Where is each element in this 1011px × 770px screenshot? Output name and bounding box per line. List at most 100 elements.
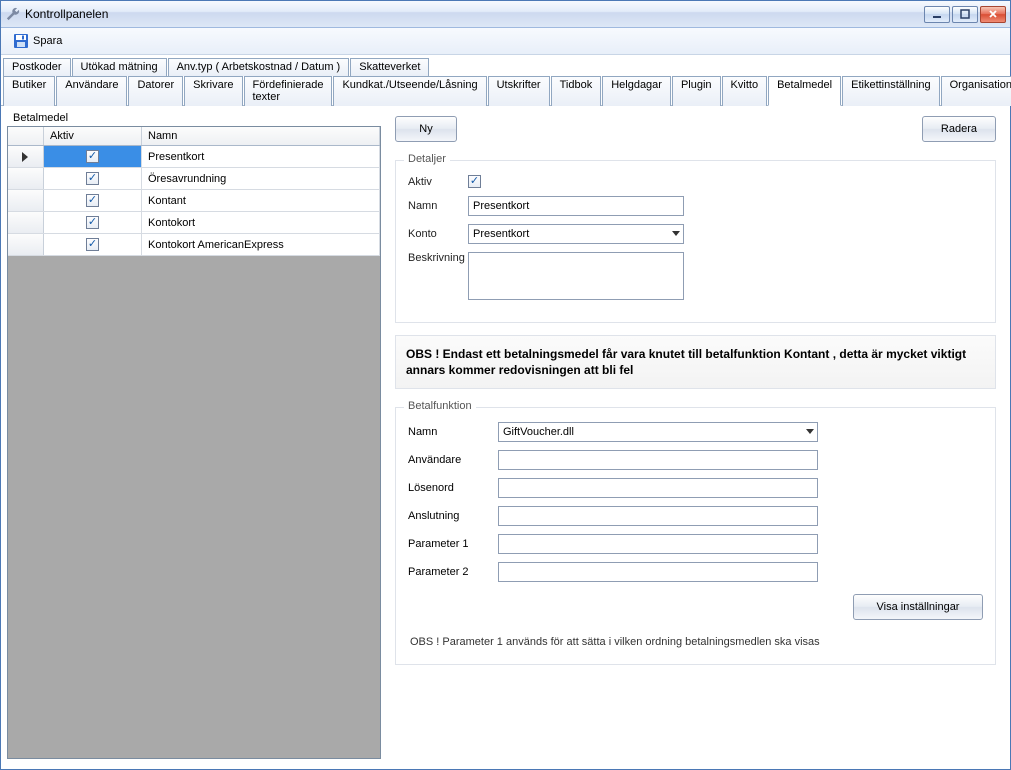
row-bf-anvandare: Användare bbox=[408, 450, 983, 470]
row-header[interactable] bbox=[8, 146, 44, 167]
row-aktiv: Aktiv bbox=[408, 175, 983, 188]
table-row[interactable]: Öresavrundning bbox=[8, 168, 380, 190]
row-header[interactable] bbox=[8, 190, 44, 211]
grid-header-aktiv[interactable]: Aktiv bbox=[44, 127, 142, 145]
content-area: Betalmedel Aktiv Namn PresentkortÖresavr… bbox=[1, 106, 1010, 769]
label-namn: Namn bbox=[408, 200, 468, 212]
row-header[interactable] bbox=[8, 168, 44, 189]
tab-anv-ndare[interactable]: Användare bbox=[56, 76, 127, 106]
input-bf-anslutning[interactable] bbox=[498, 506, 818, 526]
select-konto[interactable] bbox=[468, 224, 684, 244]
cell-namn[interactable]: Öresavrundning bbox=[142, 168, 380, 189]
checkbox-icon[interactable] bbox=[86, 150, 99, 163]
checkbox-icon[interactable] bbox=[86, 216, 99, 229]
save-button[interactable]: Spara bbox=[7, 31, 68, 51]
label-bf-param1: Parameter 1 bbox=[408, 538, 498, 550]
tab-etikettinst-llning[interactable]: Etikettinställning bbox=[842, 76, 940, 106]
table-row[interactable]: Presentkort bbox=[8, 146, 380, 168]
row-header[interactable] bbox=[8, 234, 44, 255]
tab-row-1: PostkoderUtökad mätningAnv.typ ( Arbetsk… bbox=[3, 57, 1008, 75]
tab-organisationsuppgifter[interactable]: Organisationsuppgifter bbox=[941, 76, 1011, 106]
checkbox-aktiv[interactable] bbox=[468, 175, 481, 188]
label-bf-anvandare: Användare bbox=[408, 454, 498, 466]
titlebar[interactable]: Kontrollpanelen bbox=[1, 1, 1010, 28]
select-konto-wrap[interactable] bbox=[468, 224, 684, 244]
tab-utskrifter[interactable]: Utskrifter bbox=[488, 76, 550, 106]
table-row[interactable]: Kontant bbox=[8, 190, 380, 212]
cell-namn[interactable]: Kontokort bbox=[142, 212, 380, 233]
input-bf-anvandare[interactable] bbox=[498, 450, 818, 470]
checkbox-icon[interactable] bbox=[86, 172, 99, 185]
cell-aktiv[interactable] bbox=[44, 212, 142, 233]
wrench-icon bbox=[5, 6, 21, 22]
tab-plugin[interactable]: Plugin bbox=[672, 76, 721, 106]
label-bf-namn: Namn bbox=[408, 426, 498, 438]
tab-butiker[interactable]: Butiker bbox=[3, 76, 55, 106]
tab-anv-typ-arbetskostnad-datum-[interactable]: Anv.typ ( Arbetskostnad / Datum ) bbox=[168, 58, 350, 76]
checkbox-icon[interactable] bbox=[86, 194, 99, 207]
checkbox-icon[interactable] bbox=[86, 238, 99, 251]
window-root: Kontrollpanelen Spara PostkoderUtökad mä… bbox=[0, 0, 1011, 770]
tabstrip: PostkoderUtökad mätningAnv.typ ( Arbetsk… bbox=[1, 55, 1010, 106]
tab-tidbok[interactable]: Tidbok bbox=[551, 76, 602, 106]
tab-row-2: ButikerAnvändareDatorerSkrivareFördefini… bbox=[3, 75, 1008, 105]
label-bf-param2: Parameter 2 bbox=[408, 566, 498, 578]
details-legend: Detaljer bbox=[404, 153, 450, 165]
save-label: Spara bbox=[33, 35, 62, 47]
table-row[interactable]: Kontokort bbox=[8, 212, 380, 234]
bf-note: OBS ! Parameter 1 används för att sätta … bbox=[408, 630, 983, 650]
row-bf-losenord: Lösenord bbox=[408, 478, 983, 498]
maximize-button[interactable] bbox=[952, 6, 978, 23]
grid-header: Aktiv Namn bbox=[8, 127, 380, 146]
cell-namn[interactable]: Kontant bbox=[142, 190, 380, 211]
tab-kundkat-utseende-l-sning[interactable]: Kundkat./Utseende/Låsning bbox=[333, 76, 486, 106]
tab-f-rdefinierade-texter[interactable]: Fördefinierade texter bbox=[244, 76, 333, 106]
row-beskrivning: Beskrivning bbox=[408, 252, 983, 300]
label-beskrivning: Beskrivning bbox=[408, 252, 468, 264]
new-button[interactable]: Ny bbox=[395, 116, 457, 142]
right-column: Ny Radera Detaljer Aktiv Namn Konto bbox=[381, 106, 1010, 761]
row-konto: Konto bbox=[408, 224, 983, 244]
grid-body: PresentkortÖresavrundningKontantKontokor… bbox=[8, 146, 380, 256]
tab-helgdagar[interactable]: Helgdagar bbox=[602, 76, 671, 106]
input-bf-param1[interactable] bbox=[498, 534, 818, 554]
row-namn: Namn bbox=[408, 196, 983, 216]
toolbar: Spara bbox=[1, 28, 1010, 55]
cell-aktiv[interactable] bbox=[44, 234, 142, 255]
tab-kvitto[interactable]: Kvitto bbox=[722, 76, 768, 106]
input-namn[interactable] bbox=[468, 196, 684, 216]
row-bf-param2: Parameter 2 bbox=[408, 562, 983, 582]
row-bf-namn: Namn bbox=[408, 422, 983, 442]
cell-aktiv[interactable] bbox=[44, 168, 142, 189]
input-bf-param2[interactable] bbox=[498, 562, 818, 582]
details-group: Detaljer Aktiv Namn Konto B bbox=[395, 160, 996, 323]
tab-datorer[interactable]: Datorer bbox=[128, 76, 183, 106]
tab-ut-kad-m-tning[interactable]: Utökad mätning bbox=[72, 58, 167, 76]
grid-header-namn[interactable]: Namn bbox=[142, 127, 380, 145]
select-bf-namn[interactable] bbox=[498, 422, 818, 442]
delete-button[interactable]: Radera bbox=[922, 116, 996, 142]
tab-skrivare[interactable]: Skrivare bbox=[184, 76, 242, 106]
left-column: Betalmedel Aktiv Namn PresentkortÖresavr… bbox=[7, 108, 381, 759]
cell-aktiv[interactable] bbox=[44, 146, 142, 167]
label-bf-anslutning: Anslutning bbox=[408, 510, 498, 522]
tab-skatteverket[interactable]: Skatteverket bbox=[350, 58, 429, 76]
close-button[interactable] bbox=[980, 6, 1006, 23]
row-header[interactable] bbox=[8, 212, 44, 233]
warning-notice: OBS ! Endast ett betalningsmedel får var… bbox=[395, 335, 996, 389]
table-row[interactable]: Kontokort AmericanExpress bbox=[8, 234, 380, 256]
save-icon bbox=[13, 33, 29, 49]
cell-namn[interactable]: Kontokort AmericanExpress bbox=[142, 234, 380, 255]
tab-betalmedel[interactable]: Betalmedel bbox=[768, 76, 841, 106]
input-beskrivning[interactable] bbox=[468, 252, 684, 300]
minimize-button[interactable] bbox=[924, 6, 950, 23]
tab-postkoder[interactable]: Postkoder bbox=[3, 58, 71, 76]
betalfunktion-group: Betalfunktion Namn Användare Lösenord bbox=[395, 407, 996, 665]
payments-grid[interactable]: Aktiv Namn PresentkortÖresavrundningKont… bbox=[7, 126, 381, 759]
row-bf-param1: Parameter 1 bbox=[408, 534, 983, 554]
input-bf-losenord[interactable] bbox=[498, 478, 818, 498]
select-bf-namn-wrap[interactable] bbox=[498, 422, 818, 442]
cell-namn[interactable]: Presentkort bbox=[142, 146, 380, 167]
cell-aktiv[interactable] bbox=[44, 190, 142, 211]
show-settings-button[interactable]: Visa inställningar bbox=[853, 594, 983, 620]
